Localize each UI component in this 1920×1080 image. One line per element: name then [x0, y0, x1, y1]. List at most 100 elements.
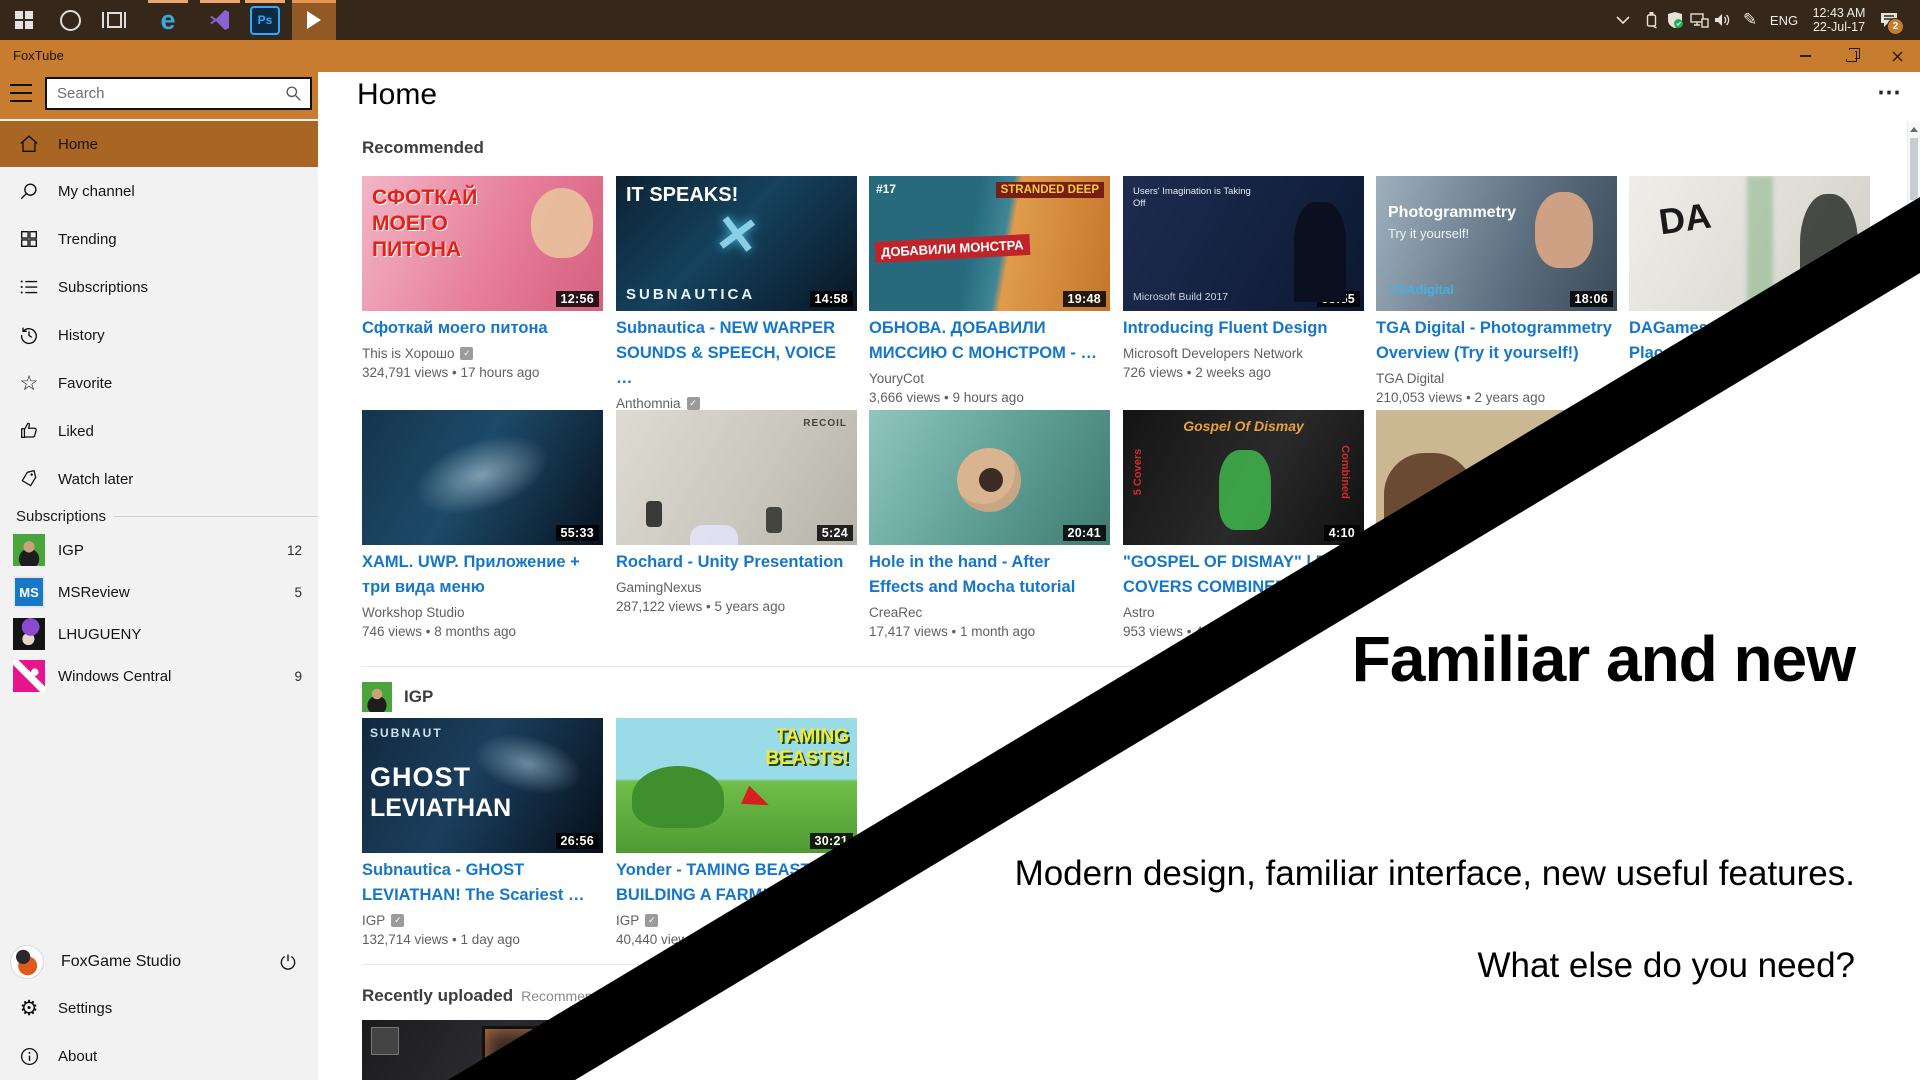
sidebar-nav: Home My channel Trending Subscriptions — [0, 119, 318, 697]
search-input[interactable] — [47, 85, 285, 102]
clock-tray-button[interactable]: 12:43 AM 22-Jul-17 — [1804, 0, 1874, 40]
video-card[interactable]: Combined5 CoversGospel Of Dismay 4:10 "G… — [1123, 410, 1364, 641]
video-thumbnail[interactable] — [1376, 410, 1617, 545]
video-card[interactable]: Microsoft Build 2017Users' Imagination i… — [1123, 176, 1364, 382]
pen-tray-button[interactable]: ✎ — [1737, 0, 1763, 40]
scrollbar-thumb[interactable] — [1910, 138, 1918, 200]
video-thumbnail[interactable]: TAMING BEASTS! 30:21 — [616, 718, 857, 853]
video-title[interactable]: ОБНОВА. ДОБАВИЛИМИССИЮ С МОНСТРОМ - … — [869, 316, 1110, 366]
video-card[interactable]: SUBNAUTICA✕IT SPEAKS! 14:58 Subnautica -… — [616, 176, 857, 432]
visual-studio-taskbar-button[interactable] — [200, 0, 240, 40]
photoshop-taskbar-button[interactable]: Ps — [245, 0, 285, 40]
search-icon — [285, 85, 302, 102]
scrollbar[interactable] — [1907, 122, 1920, 1080]
video-thumbnail[interactable]: RECOIL 5:24 — [616, 410, 857, 545]
video-card[interactable]: TGAdigitalTry it yourself!Photogrammetry… — [1376, 176, 1617, 407]
volume-tray-button[interactable] — [1708, 0, 1736, 40]
video-card[interactable]: RECOIL 5:24 Rochard - Unity Presentation… — [616, 410, 857, 616]
video-title[interactable]: Сфоткай моего питона — [362, 316, 603, 341]
sidebar-item-settings[interactable]: ⚙ Settings — [0, 984, 318, 1032]
video-title[interactable]: XAML. UWP. Приложение +три вида меню — [362, 550, 603, 600]
window-title: FoxTube — [13, 48, 64, 63]
video-meta: 953 views • 4 hour — [1123, 622, 1364, 641]
video-thumbnail[interactable]: SUBNAUTICA✕IT SPEAKS! 14:58 — [616, 176, 857, 311]
more-button[interactable]: ⋯ — [1877, 78, 1903, 107]
desktop: e Ps — [0, 0, 1920, 1080]
defender-tray-button[interactable] — [1662, 0, 1688, 40]
verified-badge: ✓ — [460, 347, 473, 360]
thumbnail-text: Gospel Of Dismay — [1183, 418, 1304, 434]
video-card[interactable]: ДОБАВИЛИ МОНСТРАSTRANDED DEEP#17 19:48 О… — [869, 176, 1110, 407]
video-title[interactable]: Introducing Fluent Design — [1123, 316, 1364, 341]
video-thumbnail[interactable] — [362, 1020, 603, 1080]
video-thumbnail[interactable]: 55:33 — [362, 410, 603, 545]
thumbnail-text: IT SPEAKS! — [626, 184, 738, 207]
sidebar-item-my-channel[interactable]: My channel — [0, 167, 318, 215]
video-thumbnail[interactable]: TGAdigitalTry it yourself!Photogrammetry… — [1376, 176, 1617, 311]
usb-tray-button[interactable] — [1638, 0, 1664, 40]
video-title[interactable]: Subnautica - NEW WARPERSOUNDS & SPEECH, … — [616, 316, 857, 391]
video-title[interactable]: Yonder - TAMING BEASTS &BUILDING A FARM!… — [616, 858, 857, 908]
video-card[interactable]: 20:41 Hole in the hand - AfterEffects an… — [869, 410, 1110, 641]
cortana-button[interactable] — [50, 0, 90, 40]
minimize-button[interactable] — [1783, 40, 1828, 72]
video-thumbnail[interactable]: 20:41 — [869, 410, 1110, 545]
video-thumbnail[interactable]: Combined5 CoversGospel Of Dismay 4:10 — [1123, 410, 1364, 545]
tray-expand-button[interactable] — [1610, 0, 1636, 40]
video-card[interactable]: TAMING BEASTS! 30:21 Yonder - TAMING BEA… — [616, 718, 857, 949]
section-header-igp: IGP — [362, 682, 433, 712]
info-icon — [0, 1046, 58, 1067]
video-thumbnail[interactable]: LEVIATHANGHOSTSUBNAUT 26:56 — [362, 718, 603, 853]
video-card[interactable]: 55:33 XAML. UWP. Приложение +три вида ме… — [362, 410, 603, 641]
thumbnail-text: GHOST — [370, 762, 471, 793]
video-meta: 17,417 views • 1 month ago — [869, 622, 1110, 641]
video-card[interactable] — [1376, 410, 1617, 550]
video-card[interactable] — [362, 1020, 603, 1080]
sidebar-subscription-windows-central[interactable]: Windows Central 9 — [0, 655, 318, 697]
start-button[interactable] — [4, 0, 44, 40]
account-row[interactable]: FoxGame Studio — [0, 940, 318, 984]
restore-button[interactable] — [1829, 40, 1874, 72]
hamburger-button[interactable] — [10, 84, 32, 102]
video-card[interactable]: LEVIATHANGHOSTSUBNAUT 26:56 Subnautica -… — [362, 718, 603, 949]
video-title[interactable]: DAGames APlace ( — [1629, 316, 1870, 366]
action-center-button[interactable]: 2 — [1872, 0, 1906, 40]
video-thumbnail[interactable]: Microsoft Build 2017Users' Imagination i… — [1123, 176, 1364, 311]
visual-studio-icon — [208, 8, 232, 32]
foxtube-taskbar-button[interactable] — [292, 0, 336, 40]
sidebar-item-favorite[interactable]: ☆ Favorite — [0, 359, 318, 407]
language-tray-button[interactable]: ENG — [1766, 0, 1802, 40]
video-title[interactable]: Rochard - Unity Presentation — [616, 550, 857, 575]
minimize-icon — [1800, 55, 1811, 57]
video-meta: 210,053 views • 2 years ago — [1376, 388, 1617, 407]
video-thumbnail[interactable]: DA — [1629, 176, 1870, 311]
close-button[interactable] — [1875, 40, 1920, 72]
video-title[interactable]: Hole in the hand - AfterEffects and Moch… — [869, 550, 1110, 600]
sign-out-button[interactable] — [278, 952, 298, 977]
sidebar-subscription-lhugueny[interactable]: LHUGUENY — [0, 613, 318, 655]
sidebar-item-home[interactable]: Home — [0, 121, 318, 167]
sidebar-item-watch-later[interactable]: Watch later — [0, 455, 318, 503]
sidebar-item-history[interactable]: History — [0, 311, 318, 359]
edge-taskbar-button[interactable]: e — [148, 0, 188, 40]
promo-question: What else do you need? — [1478, 946, 1855, 986]
video-title[interactable]: Subnautica - GHOSTLEVIATHAN! The Scaries… — [362, 858, 603, 908]
video-title[interactable]: TGA Digital - PhotogrammetryOverview (Tr… — [1376, 316, 1617, 366]
thumbnail-text: #17 — [876, 182, 896, 196]
sidebar-item-subscriptions[interactable]: Subscriptions — [0, 263, 318, 311]
section-subtitle: Recommended vi — [521, 988, 630, 1004]
section-title: IGP — [404, 687, 433, 707]
sidebar-subscription-igp[interactable]: IGP 12 — [0, 529, 318, 571]
scroll-up-icon[interactable] — [1910, 127, 1918, 132]
sidebar-item-about[interactable]: About — [0, 1032, 318, 1080]
video-thumbnail[interactable]: ПИТОНАМОЕГОСФОТКАЙ 12:56 — [362, 176, 603, 311]
video-thumbnail[interactable]: ДОБАВИЛИ МОНСТРАSTRANDED DEEP#17 19:48 — [869, 176, 1110, 311]
video-title[interactable]: "GOSPEL OF DISMAY" | 5COVERS COMBINED | … — [1123, 550, 1364, 600]
sidebar-subscription-msreview[interactable]: MS MSReview 5 — [0, 571, 318, 613]
sidebar-item-trending[interactable]: Trending — [0, 215, 318, 263]
video-card[interactable]: DA DAGames APlace ( DA — [1629, 176, 1870, 388]
task-view-button[interactable] — [94, 0, 134, 40]
video-card[interactable]: ПИТОНАМОЕГОСФОТКАЙ 12:56 Сфоткай моего п… — [362, 176, 603, 382]
thumbnail-text: Try it yourself! — [1388, 226, 1469, 241]
sidebar-item-liked[interactable]: Liked — [0, 407, 318, 455]
